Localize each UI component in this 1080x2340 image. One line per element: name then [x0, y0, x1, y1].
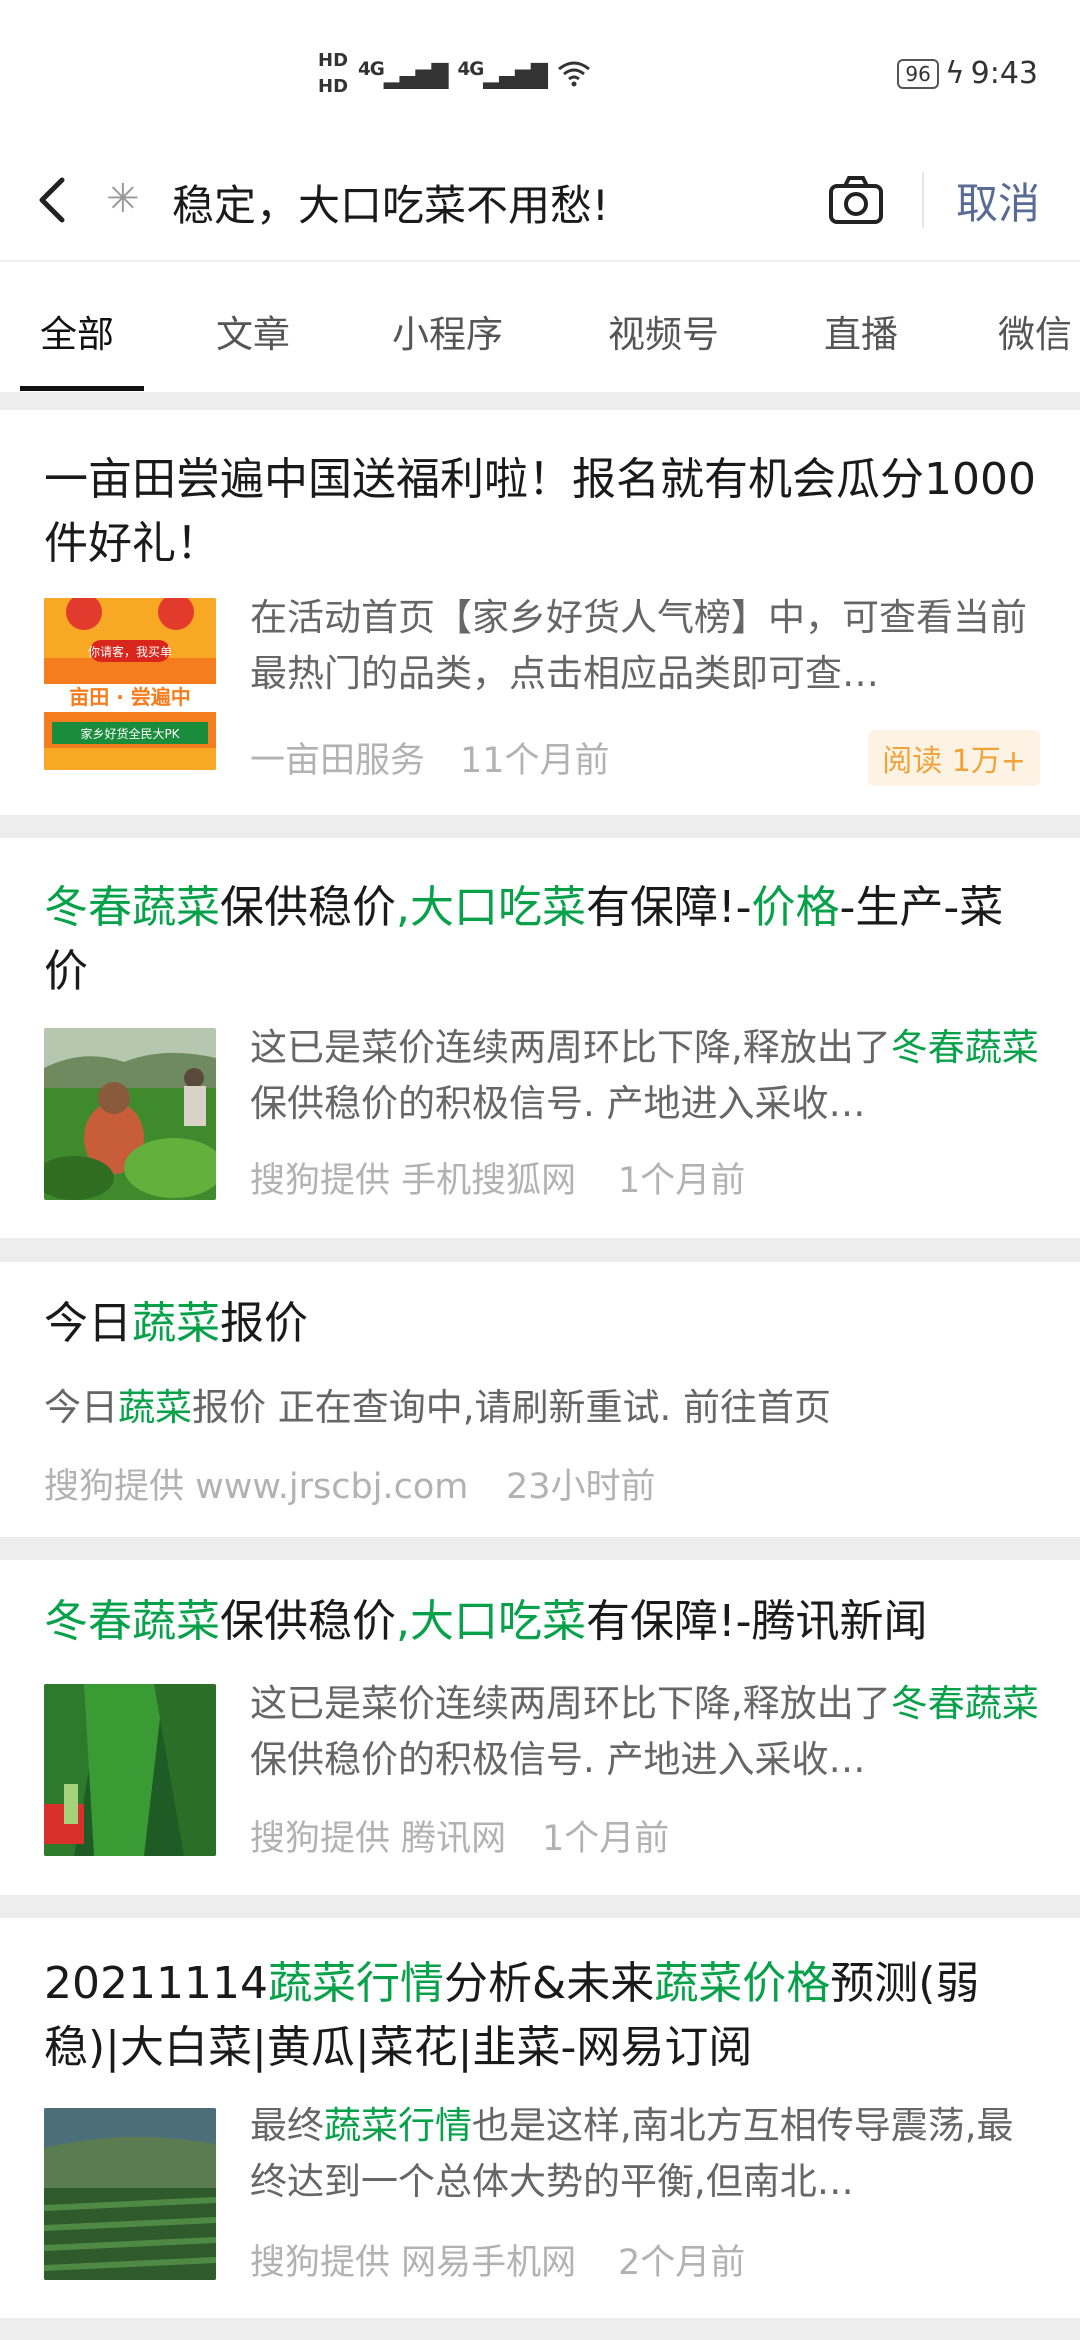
result-thumbnail: 你请客，我买单 亩田 · 尝遍中 家乡好货全民大PK: [44, 598, 216, 770]
battery-icon: 96: [897, 58, 939, 89]
snippet-highlight: 蔬菜行情: [324, 2104, 472, 2147]
signal-icon-2: 4G▂▄▆█: [457, 58, 548, 90]
result-snippet: 最终蔬菜行情也是这样,南北方互相传导震荡,最终达到一个总体大势的平衡,但南北…: [250, 2098, 1040, 2210]
title-text: 报价: [220, 1298, 308, 1349]
result-snippet: 这已是菜价连续两周环比下降,释放出了冬春蔬菜保供稳价的积极信号. 产地进入采收…: [250, 1676, 1040, 1788]
thumb-text-3: 家乡好货全民大PK: [80, 726, 180, 741]
result-title[interactable]: 冬春蔬菜保供稳价,大口吃菜有保障!-腾讯新闻: [44, 1590, 1044, 1654]
filter-tabs: 全部 文章 小程序 视频号 直播 微信: [0, 260, 1080, 392]
network-type-2: 4G: [457, 58, 485, 80]
result-snippet: 在活动首页【家乡好货人气榜】中，可查看当前最热门的品类，点击相应品类即可查…: [250, 596, 1027, 695]
title-text: 今日: [44, 1298, 132, 1349]
title-highlight: 蔬菜: [132, 1298, 220, 1349]
signal-icon: 4G▂▄▆█: [358, 58, 448, 90]
result-source: 搜狗提供 www.jrscbj.com: [44, 1467, 469, 1507]
title-text: 20211114: [44, 1958, 268, 2009]
title-text: 有保障!-: [586, 882, 752, 933]
result-title[interactable]: 冬春蔬菜保供稳价,大口吃菜有保障!-价格-生产-菜价: [44, 876, 1044, 1004]
result-time: 1个月前: [618, 1161, 746, 1201]
hd-icon: HD HD: [318, 48, 348, 100]
title-text: 分析&未来: [443, 1958, 655, 2009]
tab-live[interactable]: 直播: [824, 304, 898, 358]
result-card-5[interactable]: 20211114蔬菜行情分析&未来蔬菜价格预测(弱稳)|大白菜|黄瓜|菜花|韭菜…: [0, 1918, 1080, 2318]
result-card-4[interactable]: 冬春蔬菜保供稳价,大口吃菜有保障!-腾讯新闻 这已是菜价连续两周环比下降,释放出…: [0, 1560, 1080, 1895]
divider: [922, 172, 924, 228]
snippet-text: 保供稳价的积极信号. 产地进入采收…: [250, 1082, 866, 1125]
result-card-1[interactable]: 一亩田尝遍中国送福利啦！报名就有机会瓜分1000件好礼！ 你请客，我买单 亩田 …: [0, 410, 1080, 815]
tab-channels[interactable]: 视频号: [608, 304, 719, 358]
title-highlight: 冬春蔬菜: [44, 882, 220, 933]
result-source: 搜狗提供 腾讯网: [250, 1819, 507, 1859]
title-highlight: 价格: [751, 882, 840, 933]
snippet-highlight: 冬春蔬菜: [890, 1026, 1039, 1069]
status-bar: HD HD 4G▂▄▆█ 4G▂▄▆█ 96 ϟ 9:43: [0, 0, 1080, 150]
result-source: 搜狗提供 网易手机网: [250, 2243, 577, 2283]
snippet-text: 今日: [44, 1386, 118, 1429]
snippet-highlight: 冬春蔬菜: [890, 1682, 1039, 1725]
snippet-text: 最终: [250, 2104, 324, 2147]
search-bar: ✳ 稳定，大口吃菜不用愁! 取消: [0, 150, 1080, 260]
title-text: 有保障!-腾讯新闻: [586, 1596, 928, 1647]
title-highlight: ,大口吃菜: [396, 882, 586, 933]
result-thumbnail: [44, 1684, 216, 1856]
result-time: 1个月前: [542, 1819, 670, 1859]
tab-wechat[interactable]: 微信: [998, 304, 1072, 358]
result-thumbnail: [44, 1028, 216, 1200]
title-highlight: 蔬菜行情: [267, 1958, 444, 2009]
search-input[interactable]: 稳定，大口吃菜不用愁!: [172, 172, 609, 233]
result-time: 23小时前: [506, 1467, 656, 1507]
result-snippet: 今日蔬菜报价 正在查询中,请刷新重试. 前往首页: [44, 1380, 1040, 1436]
snippet-text: 报价 正在查询中,请刷新重试. 前往首页: [192, 1386, 832, 1429]
snippet-text: 保供稳价的积极信号. 产地进入采收…: [250, 1738, 866, 1781]
title-text: 保供稳价: [220, 1596, 396, 1647]
tab-articles[interactable]: 文章: [216, 304, 290, 358]
status-right: 96 ϟ 9:43: [897, 56, 1038, 91]
result-title[interactable]: 今日蔬菜报价: [44, 1292, 1044, 1356]
title-text: 保供稳价: [220, 882, 396, 933]
hd-label-1: HD: [318, 50, 349, 71]
clock: 9:43: [970, 56, 1038, 91]
snippet-text: 这已是菜价连续两周环比下降,释放出了: [250, 1682, 891, 1725]
loading-icon: ✳: [106, 176, 140, 222]
tab-mini-programs[interactable]: 小程序: [392, 304, 503, 358]
result-title[interactable]: 20211114蔬菜行情分析&未来蔬菜价格预测(弱稳)|大白菜|黄瓜|菜花|韭菜…: [44, 1952, 1044, 2080]
camera-icon[interactable]: [826, 170, 886, 230]
thumb-text-1: 你请客，我买单: [88, 644, 172, 659]
network-type-1: 4G: [358, 58, 385, 80]
cancel-button[interactable]: 取消: [956, 170, 1040, 231]
result-card-2[interactable]: 冬春蔬菜保供稳价,大口吃菜有保障!-价格-生产-菜价 这已是菜价连续两周环比下降…: [0, 838, 1080, 1238]
result-time: 2个月前: [618, 2243, 746, 2283]
snippet-text: 这已是菜价连续两周环比下降,释放出了: [250, 1026, 891, 1069]
charging-icon: ϟ: [944, 56, 965, 91]
result-title[interactable]: 一亩田尝遍中国送福利啦！报名就有机会瓜分1000件好礼！: [44, 448, 1044, 576]
wifi-icon: [558, 61, 590, 87]
back-arrow-icon[interactable]: [32, 170, 72, 230]
title-highlight: ,大口吃菜: [396, 1596, 586, 1647]
result-source: 搜狗提供 手机搜狐网: [250, 1161, 577, 1201]
network-indicators: HD HD 4G▂▄▆█ 4G▂▄▆█: [318, 48, 591, 100]
result-card-3[interactable]: 今日蔬菜报价 今日蔬菜报价 正在查询中,请刷新重试. 前往首页 搜狗提供 www…: [0, 1262, 1080, 1537]
title-highlight: 蔬菜价格: [654, 1958, 831, 2009]
read-count-badge: 阅读 1万+: [868, 730, 1040, 786]
thumb-text-2: 亩田 · 尝遍中: [69, 685, 191, 709]
tab-all[interactable]: 全部: [40, 304, 114, 358]
title-highlight: 冬春蔬菜: [44, 1596, 220, 1647]
result-source: 一亩田服务: [250, 741, 426, 781]
hd-label-2: HD: [318, 76, 349, 97]
result-time: 11个月前: [460, 741, 610, 781]
result-thumbnail: [44, 2108, 216, 2280]
active-tab-indicator: [20, 386, 144, 391]
result-snippet: 这已是菜价连续两周环比下降,释放出了冬春蔬菜保供稳价的积极信号. 产地进入采收…: [250, 1020, 1040, 1132]
snippet-highlight: 蔬菜: [118, 1386, 192, 1429]
